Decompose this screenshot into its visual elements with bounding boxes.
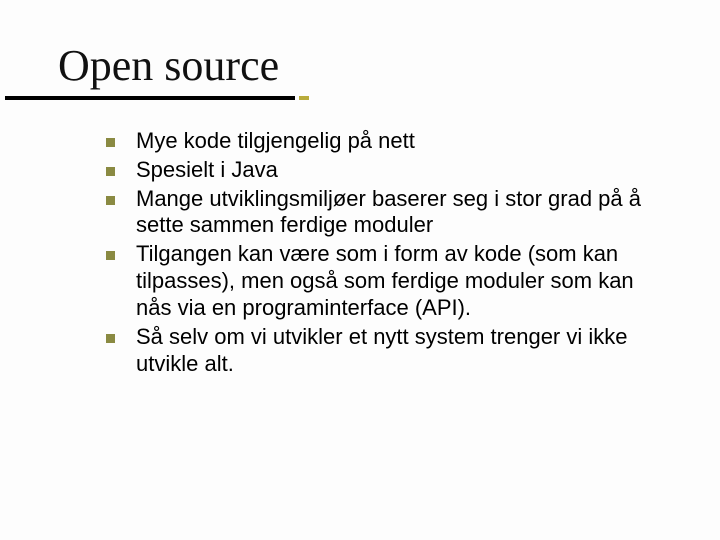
title-underline-bar <box>5 96 295 100</box>
bullet-text: Mye kode tilgjengelig på nett <box>136 128 415 153</box>
list-item: Tilgangen kan være som i form av kode (s… <box>106 241 660 321</box>
bullet-text: Tilgangen kan være som i form av kode (s… <box>136 241 634 320</box>
body-block: Mye kode tilgjengelig på nett Spesielt i… <box>106 128 660 379</box>
bullet-text: Mange utviklingsmiljøer baserer seg i st… <box>136 186 641 238</box>
bullet-list: Mye kode tilgjengelig på nett Spesielt i… <box>106 128 660 377</box>
title-underline-accent <box>299 96 309 100</box>
bullet-text: Så selv om vi utvikler et nytt system tr… <box>136 324 628 376</box>
slide: Open source Mye kode tilgjengelig på net… <box>0 0 720 540</box>
list-item: Så selv om vi utvikler et nytt system tr… <box>106 324 660 378</box>
title-underline <box>5 96 295 100</box>
list-item: Mye kode tilgjengelig på nett <box>106 128 660 155</box>
list-item: Mange utviklingsmiljøer baserer seg i st… <box>106 186 660 240</box>
bullet-text: Spesielt i Java <box>136 157 278 182</box>
list-item: Spesielt i Java <box>106 157 660 184</box>
title-block: Open source <box>58 42 680 100</box>
slide-title: Open source <box>58 42 680 90</box>
